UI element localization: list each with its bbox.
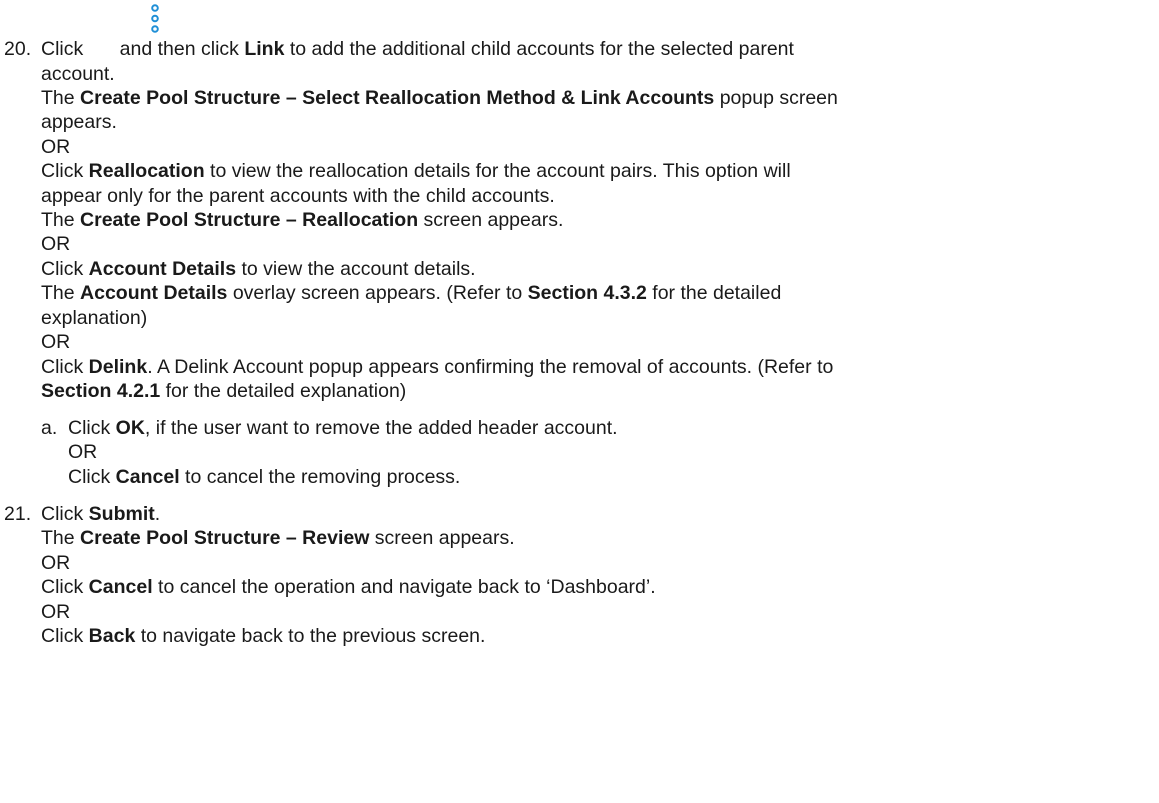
paragraph-line: The Create Pool Structure – Select Reall… [41, 87, 838, 109]
paragraph-line: Click Delink. A Delink Account popup app… [41, 356, 834, 378]
paragraph-line: appears. [41, 111, 117, 133]
or-separator: OR [41, 552, 71, 574]
paragraph-line: Click Submit. [41, 503, 161, 525]
paragraph-line: The Create Pool Structure – Reallocation… [41, 209, 564, 231]
paragraph-line: Section 4.2.1 for the detailed explanati… [41, 380, 407, 402]
paragraph-line: explanation) [41, 307, 148, 329]
paragraph-line: The Account Details overlay screen appea… [41, 282, 782, 304]
paragraph-line: Click Cancel to cancel the operation and… [41, 576, 656, 598]
step-number: 21. [4, 503, 32, 525]
or-separator: OR [41, 601, 71, 623]
paragraph-line: Click Reallocation to view the reallocat… [41, 160, 791, 182]
paragraph-line: Click and then click Link to add the add… [41, 38, 794, 60]
or-separator: OR [68, 441, 98, 463]
sub-step-label: a. [41, 417, 58, 439]
paragraph-line: account. [41, 63, 115, 85]
or-separator: OR [41, 136, 71, 158]
step-number: 20. [4, 38, 32, 60]
paragraph-line: The Create Pool Structure – Review scree… [41, 527, 515, 549]
paragraph-line: appear only for the parent accounts with… [41, 185, 555, 207]
or-separator: OR [41, 233, 71, 255]
paragraph-line: Click Back to navigate back to the previ… [41, 625, 486, 647]
paragraph-line: Click OK, if the user want to remove the… [68, 417, 618, 439]
or-separator: OR [41, 331, 71, 353]
paragraph-line: Click Cancel to cancel the removing proc… [68, 466, 461, 488]
paragraph-line: Click Account Details to view the accoun… [41, 258, 476, 280]
